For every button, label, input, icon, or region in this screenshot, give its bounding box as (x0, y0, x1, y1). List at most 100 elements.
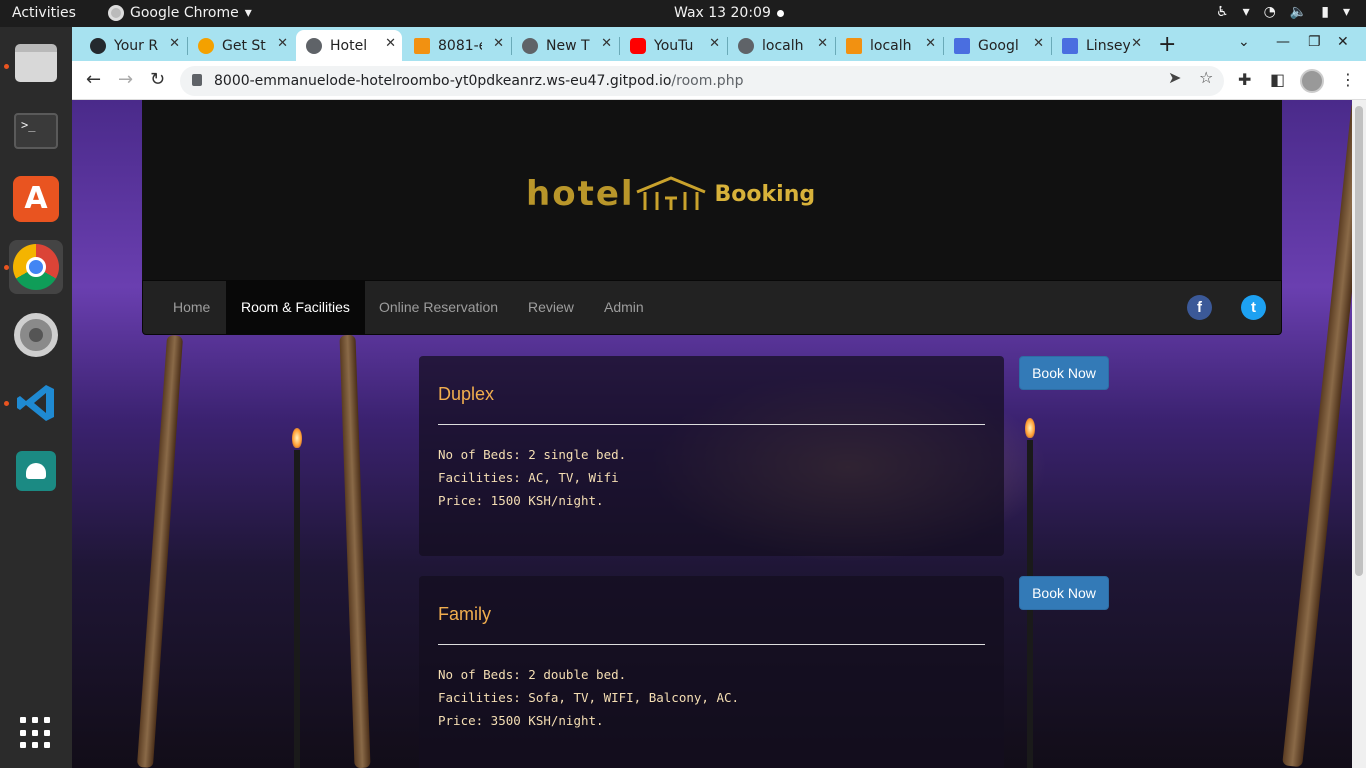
volume-icon[interactable]: 🔈 (1290, 4, 1307, 20)
caret-down-icon: ▾ (1342, 4, 1350, 20)
dock-settings[interactable] (9, 308, 63, 362)
room-card-duplex: Duplex No of Beds: 2 single bed. Facilit… (419, 356, 1004, 556)
app-menu[interactable]: Google Chrome ▾ (108, 5, 252, 21)
tab-search-icon[interactable]: ⌄ (1238, 34, 1250, 50)
browser-tab[interactable]: 8081-e ✕ (404, 30, 510, 61)
activities-button[interactable]: Activities (12, 5, 76, 21)
browser-tab[interactable]: New T ✕ (512, 30, 618, 61)
new-tab-button[interactable]: + (1158, 32, 1176, 57)
dock-chrome[interactable] (9, 240, 63, 294)
menu-kebab-icon[interactable]: ⋮ (1340, 70, 1356, 89)
close-tab-icon[interactable]: ✕ (385, 36, 396, 51)
send-icon[interactable]: ➤ (1168, 68, 1181, 87)
wifi-icon[interactable]: ◔ (1264, 4, 1276, 20)
close-tab-icon[interactable]: ✕ (277, 36, 288, 51)
page-scrollbar[interactable] (1352, 100, 1366, 768)
close-tab-icon[interactable]: ✕ (1131, 36, 1142, 51)
palm-tree-decoration (339, 334, 371, 768)
show-apps-icon[interactable] (20, 717, 52, 749)
close-tab-icon[interactable]: ✕ (709, 36, 720, 51)
close-window-icon[interactable]: ✕ (1337, 34, 1349, 50)
roof-icon (635, 176, 706, 210)
nav-room-facilities[interactable]: Room & Facilities (226, 281, 365, 334)
forward-icon[interactable]: → (118, 69, 133, 90)
side-panel-icon[interactable]: ◧ (1270, 70, 1285, 89)
flame-decoration (292, 428, 302, 448)
chrome-mini-icon (108, 5, 124, 21)
dock-terminal[interactable]: >_ (9, 104, 63, 158)
extensions-icon[interactable]: ✚ (1238, 70, 1251, 89)
tab-title: Get St (222, 37, 266, 54)
tab-title: 8081-e (438, 37, 482, 54)
browser-tab[interactable]: Your R ✕ (80, 30, 186, 61)
browser-tab[interactable]: Get St ✕ (188, 30, 294, 61)
close-tab-icon[interactable]: ✕ (601, 36, 612, 51)
browser-tab[interactable]: Linsey ✕ (1052, 30, 1148, 61)
torch-decoration (294, 450, 300, 768)
scrollbar-thumb[interactable] (1355, 106, 1363, 576)
vscode-icon (17, 385, 54, 421)
tab-title: Googl (978, 37, 1019, 54)
clock[interactable]: Wax 13 20:09 (674, 5, 771, 21)
nav-home[interactable]: Home (158, 281, 225, 334)
chrome-icon (13, 244, 59, 290)
system-tray[interactable]: ♿ ▾ ◔ 🔈 ▮ ▾ (1216, 4, 1350, 20)
book-now-button[interactable]: Book Now (1019, 356, 1109, 390)
tab-title: Linsey (1086, 37, 1130, 54)
nav-online-reservation[interactable]: Online Reservation (364, 281, 513, 334)
tab-title: YouTu (654, 37, 694, 54)
tab-title: New T (546, 37, 590, 54)
caret-down-icon: ▾ (244, 5, 252, 21)
dock-android-studio[interactable] (9, 444, 63, 498)
browser-tab-active[interactable]: Hotel ✕ (296, 30, 402, 61)
battery-icon[interactable]: ▮ (1321, 4, 1329, 20)
dock-vscode[interactable] (9, 376, 63, 430)
nav-review[interactable]: Review (513, 281, 589, 334)
browser-tab[interactable]: localh ✕ (728, 30, 834, 61)
profile-avatar[interactable] (1300, 69, 1324, 93)
dock-software[interactable]: A (9, 172, 63, 226)
room-details: No of Beds: 2 double bed. Facilities: So… (438, 663, 985, 732)
github-icon (90, 37, 106, 54)
twitter-icon[interactable]: t (1241, 295, 1266, 320)
globe-icon (306, 37, 322, 54)
logo-text-hotel: hotel (526, 174, 635, 214)
close-tab-icon[interactable]: ✕ (493, 36, 504, 51)
close-tab-icon[interactable]: ✕ (817, 36, 828, 51)
browser-tab[interactable]: Googl ✕ (944, 30, 1050, 61)
site-logo[interactable]: hotel Booking (526, 174, 815, 214)
caret-down-icon: ▾ (1242, 4, 1250, 20)
room-price: Price: 1500 KSH/night. (438, 493, 604, 508)
dock-files[interactable] (9, 36, 63, 90)
back-icon[interactable]: ← (86, 69, 101, 90)
software-store-icon: A (13, 176, 59, 222)
book-now-button[interactable]: Book Now (1019, 576, 1109, 610)
android-icon (16, 451, 56, 491)
youtube-icon (630, 37, 646, 54)
facebook-icon[interactable]: f (1187, 295, 1212, 320)
room-price: Price: 3500 KSH/night. (438, 713, 604, 728)
close-tab-icon[interactable]: ✕ (925, 36, 936, 51)
room-beds: No of Beds: 2 double bed. (438, 667, 627, 682)
phpmyadmin-icon (846, 37, 862, 54)
reload-icon[interactable]: ↻ (150, 69, 165, 90)
site-header: hotel Booking (142, 100, 1282, 280)
browser-tab[interactable]: localh ✕ (836, 30, 942, 61)
dock: >_ A (0, 27, 72, 768)
restore-icon[interactable]: ❐ (1308, 34, 1321, 50)
address-bar[interactable]: 8000-emmanuelode-hotelroombo-yt0pdkeanrz… (180, 66, 1224, 96)
terminal-icon: >_ (14, 113, 58, 149)
close-tab-icon[interactable]: ✕ (169, 36, 180, 51)
nav-admin[interactable]: Admin (589, 281, 659, 334)
browser-tab[interactable]: YouTu ✕ (620, 30, 726, 61)
accessibility-icon[interactable]: ♿ (1216, 4, 1229, 20)
room-details: No of Beds: 2 single bed. Facilities: AC… (438, 443, 985, 512)
browser-toolbar: ← → ↻ 8000-emmanuelode-hotelroombo-yt0pd… (72, 61, 1366, 100)
room-beds: No of Beds: 2 single bed. (438, 447, 627, 462)
bookmark-star-icon[interactable]: ☆ (1199, 68, 1213, 87)
minimize-icon[interactable]: — (1276, 34, 1290, 50)
settings-icon (14, 313, 58, 357)
close-tab-icon[interactable]: ✕ (1033, 36, 1044, 51)
logo-text-booking: Booking (714, 181, 816, 207)
docs-icon (1062, 37, 1078, 54)
